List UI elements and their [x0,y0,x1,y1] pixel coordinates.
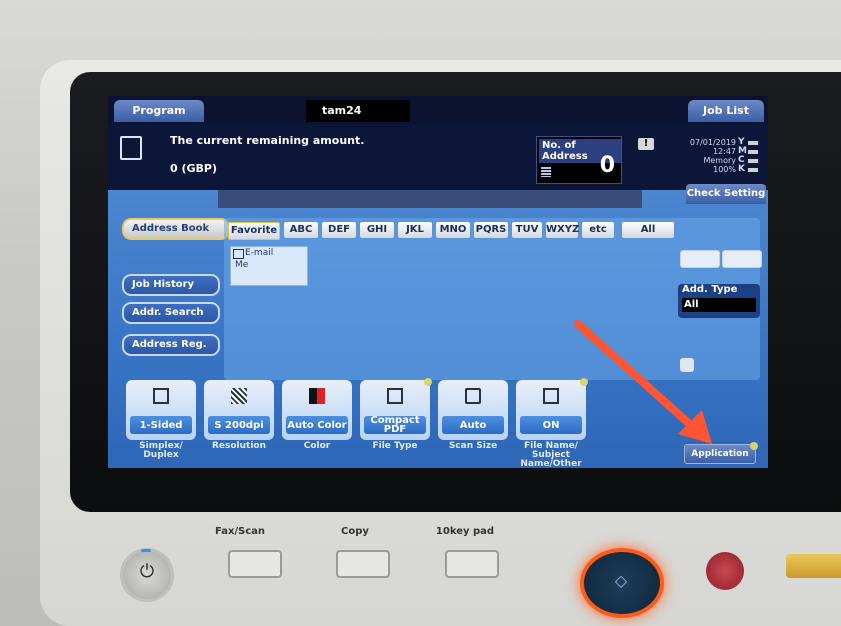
power-button[interactable]: ⏻ [120,548,174,602]
copy-label: Copy [341,526,369,537]
fax-scan-label: Fax/Scan [214,526,266,537]
annotation-arrow [574,320,712,444]
power-led [141,549,151,552]
fax-scan-button[interactable] [228,550,282,578]
start-icon: ◇ [614,571,628,590]
touch-screen: Program tam24 Job List The current remai… [108,96,768,468]
start-button[interactable]: ◇ [580,548,664,618]
reset-button[interactable] [786,554,841,578]
tenkey-button[interactable] [445,550,499,578]
power-icon: ⏻ [139,561,155,582]
copy-button[interactable] [336,550,390,578]
stop-button[interactable] [706,552,744,590]
tenkey-label: 10key pad [435,526,495,537]
